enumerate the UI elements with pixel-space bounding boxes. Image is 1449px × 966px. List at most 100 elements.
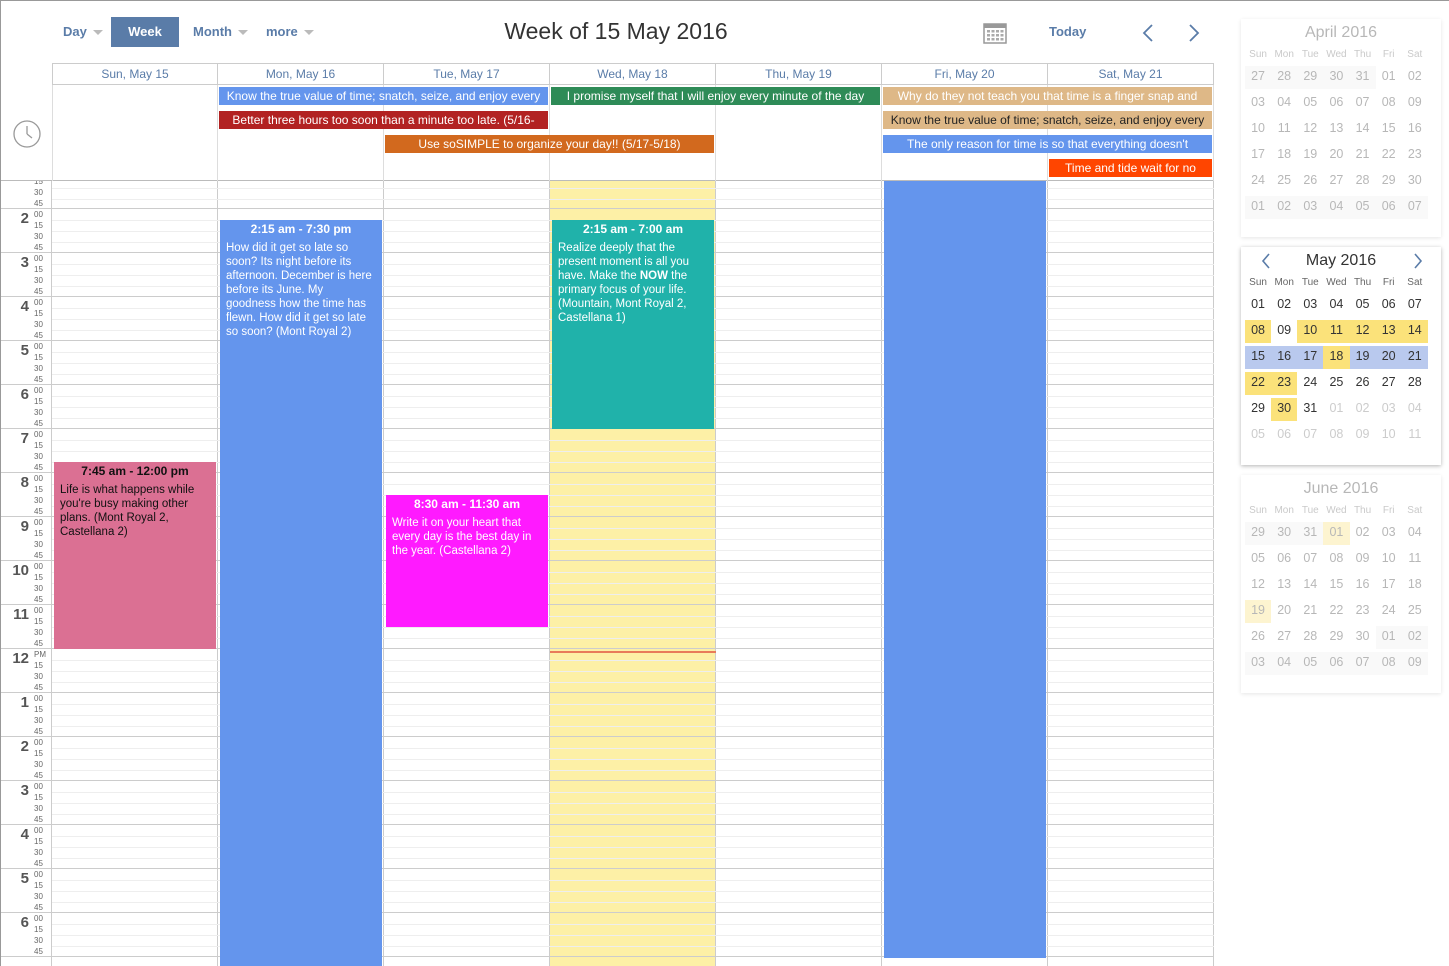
mini-calendar-day[interactable]: 18 xyxy=(1402,574,1428,597)
mini-calendar-day[interactable]: 19 xyxy=(1349,346,1376,369)
mini-calendar-day[interactable]: 01 xyxy=(1245,294,1271,317)
mini-calendar-day[interactable]: 08 xyxy=(1323,424,1349,447)
mini-calendar-day[interactable]: 21 xyxy=(1297,600,1323,623)
mini-calendar-day[interactable]: 27 xyxy=(1376,372,1402,395)
mini-calendar-day[interactable]: 02 xyxy=(1350,398,1376,421)
mini-calendar-day[interactable]: 09 xyxy=(1401,652,1428,675)
mini-calendar-day[interactable]: 10 xyxy=(1376,424,1402,447)
mini-calendar-day[interactable]: 11 xyxy=(1323,320,1350,343)
calendar-picker-icon[interactable] xyxy=(983,22,1007,44)
all-day-event[interactable]: Know the true value of time; snatch, sei… xyxy=(219,87,548,105)
mini-calendar-day[interactable]: 01 xyxy=(1245,196,1272,219)
day-header-sun[interactable]: Sun, May 15 xyxy=(52,64,218,84)
all-day-event[interactable]: Use soSIMPLE to organize your day!! (5/1… xyxy=(385,135,714,153)
mini-calendar-day[interactable]: 12 xyxy=(1245,574,1271,597)
timed-event[interactable]: 8:30 am - 11:30 am Write it on your hear… xyxy=(386,495,548,627)
mini-calendar-day[interactable]: 30 xyxy=(1271,522,1298,545)
mini-calendar-day[interactable]: 30 xyxy=(1271,398,1298,421)
timed-event[interactable] xyxy=(884,181,1046,958)
month-view-button[interactable]: Month xyxy=(193,17,248,47)
mini-calendar-day[interactable]: 06 xyxy=(1323,92,1349,115)
mini-calendar-day[interactable]: 28 xyxy=(1350,170,1376,193)
all-day-event[interactable]: Why do they not teach you that time is a… xyxy=(883,87,1212,105)
mini-calendar-day[interactable]: 09 xyxy=(1350,548,1376,571)
mini-calendar-day[interactable]: 28 xyxy=(1402,372,1428,395)
mini-calendar-day[interactable]: 08 xyxy=(1376,92,1402,115)
mini-calendar-day[interactable]: 29 xyxy=(1297,66,1324,89)
mini-calendar-day[interactable]: 06 xyxy=(1271,424,1297,447)
mini-calendar-day[interactable]: 18 xyxy=(1323,346,1350,369)
timed-event[interactable]: 2:15 am - 7:30 pm How did it get so late… xyxy=(220,220,382,966)
day-header-sat[interactable]: Sat, May 21 xyxy=(1048,64,1214,84)
mini-calendar-day[interactable]: 31 xyxy=(1297,522,1324,545)
mini-calendar-day[interactable]: 04 xyxy=(1402,522,1428,545)
mini-calendar-day[interactable]: 16 xyxy=(1350,574,1376,597)
mini-calendar-day[interactable]: 23 xyxy=(1402,144,1428,167)
mini-calendar-day[interactable]: 29 xyxy=(1376,170,1402,193)
mini-calendar-day[interactable]: 16 xyxy=(1402,118,1428,141)
mini-calendar-day[interactable]: 19 xyxy=(1245,600,1272,623)
timed-event[interactable]: 2:15 am - 7:00 am Realize deeply that th… xyxy=(552,220,714,429)
mini-calendar-day[interactable]: 28 xyxy=(1271,66,1298,89)
timed-event[interactable]: 7:45 am - 12:00 pm Life is what happens … xyxy=(54,462,216,649)
mini-calendar-day[interactable]: 01 xyxy=(1376,66,1402,89)
mini-calendar-day[interactable]: 01 xyxy=(1323,522,1350,545)
mini-calendar-day[interactable]: 13 xyxy=(1375,320,1402,343)
mini-calendar-day[interactable]: 24 xyxy=(1245,170,1271,193)
mini-calendar-day[interactable]: 02 xyxy=(1350,522,1376,545)
mini-calendar-day[interactable]: 10 xyxy=(1297,320,1324,343)
mini-calendar-day[interactable]: 20 xyxy=(1271,600,1297,623)
mini-calendar-day[interactable]: 25 xyxy=(1323,372,1349,395)
mini-calendar-day[interactable]: 27 xyxy=(1245,66,1272,89)
mini-calendar-day[interactable]: 29 xyxy=(1323,626,1349,649)
mini-calendar-day[interactable]: 06 xyxy=(1376,294,1402,317)
mini-calendar-day[interactable]: 04 xyxy=(1402,398,1428,421)
mini-calendar-day[interactable]: 14 xyxy=(1401,320,1428,343)
mini-calendar-day[interactable]: 20 xyxy=(1375,346,1402,369)
mini-calendar-day[interactable]: 30 xyxy=(1402,170,1428,193)
mini-calendar-day[interactable]: 18 xyxy=(1271,144,1297,167)
mini-calendar-day[interactable]: 09 xyxy=(1271,320,1297,343)
mini-calendar-day[interactable]: 13 xyxy=(1271,574,1297,597)
mini-calendar-day[interactable]: 07 xyxy=(1401,196,1428,219)
mini-calendar-day[interactable]: 13 xyxy=(1323,118,1349,141)
mini-calendar-day[interactable]: 30 xyxy=(1350,626,1376,649)
mini-calendar-day[interactable]: 27 xyxy=(1271,626,1297,649)
mini-calendar-day[interactable]: 16 xyxy=(1271,346,1298,369)
mini-calendar-day[interactable]: 10 xyxy=(1245,118,1271,141)
mini-calendar-day[interactable]: 15 xyxy=(1376,118,1402,141)
week-view-button[interactable]: Week xyxy=(111,17,179,47)
mini-calendar-day[interactable]: 20 xyxy=(1323,144,1349,167)
next-week-icon[interactable] xyxy=(1187,23,1201,43)
mini-calendar-day[interactable]: 09 xyxy=(1350,424,1376,447)
mini-calendar-day[interactable]: 02 xyxy=(1271,196,1298,219)
mini-calendar-day[interactable]: 04 xyxy=(1271,92,1297,115)
mini-calendar-day[interactable]: 27 xyxy=(1323,170,1349,193)
mini-calendar-day[interactable]: 08 xyxy=(1323,548,1349,571)
mini-calendar-day[interactable]: 31 xyxy=(1349,66,1376,89)
mini-calendar-day[interactable]: 26 xyxy=(1350,372,1376,395)
mini-calendar-day[interactable]: 21 xyxy=(1401,346,1428,369)
mini-calendar-day[interactable]: 21 xyxy=(1350,144,1376,167)
mini-calendar-day[interactable]: 03 xyxy=(1376,522,1402,545)
mini-next-month-icon[interactable] xyxy=(1413,253,1423,269)
mini-calendar-day[interactable]: 04 xyxy=(1323,196,1350,219)
mini-calendar-day[interactable]: 15 xyxy=(1323,574,1349,597)
mini-calendar-day[interactable]: 04 xyxy=(1323,294,1349,317)
mini-calendar-day[interactable]: 05 xyxy=(1349,196,1376,219)
day-header-wed[interactable]: Wed, May 18 xyxy=(550,64,716,84)
mini-calendar-day[interactable]: 17 xyxy=(1376,574,1402,597)
mini-calendar-day[interactable]: 19 xyxy=(1297,144,1323,167)
mini-calendar-day[interactable]: 06 xyxy=(1375,196,1402,219)
day-view-button[interactable]: Day xyxy=(63,17,103,47)
mini-calendar-day[interactable]: 22 xyxy=(1376,144,1402,167)
mini-calendar-day[interactable]: 05 xyxy=(1245,548,1271,571)
mini-calendar-day[interactable]: 07 xyxy=(1297,424,1323,447)
mini-calendar-day[interactable]: 29 xyxy=(1245,522,1272,545)
mini-calendar-day[interactable]: 14 xyxy=(1297,574,1323,597)
mini-calendar-day[interactable]: 11 xyxy=(1402,424,1428,447)
mini-calendar-day[interactable]: 10 xyxy=(1376,548,1402,571)
mini-calendar-day[interactable]: 11 xyxy=(1271,118,1297,141)
all-day-event[interactable]: Better three hours too soon than a minut… xyxy=(219,111,548,129)
mini-calendar-day[interactable]: 05 xyxy=(1297,92,1323,115)
